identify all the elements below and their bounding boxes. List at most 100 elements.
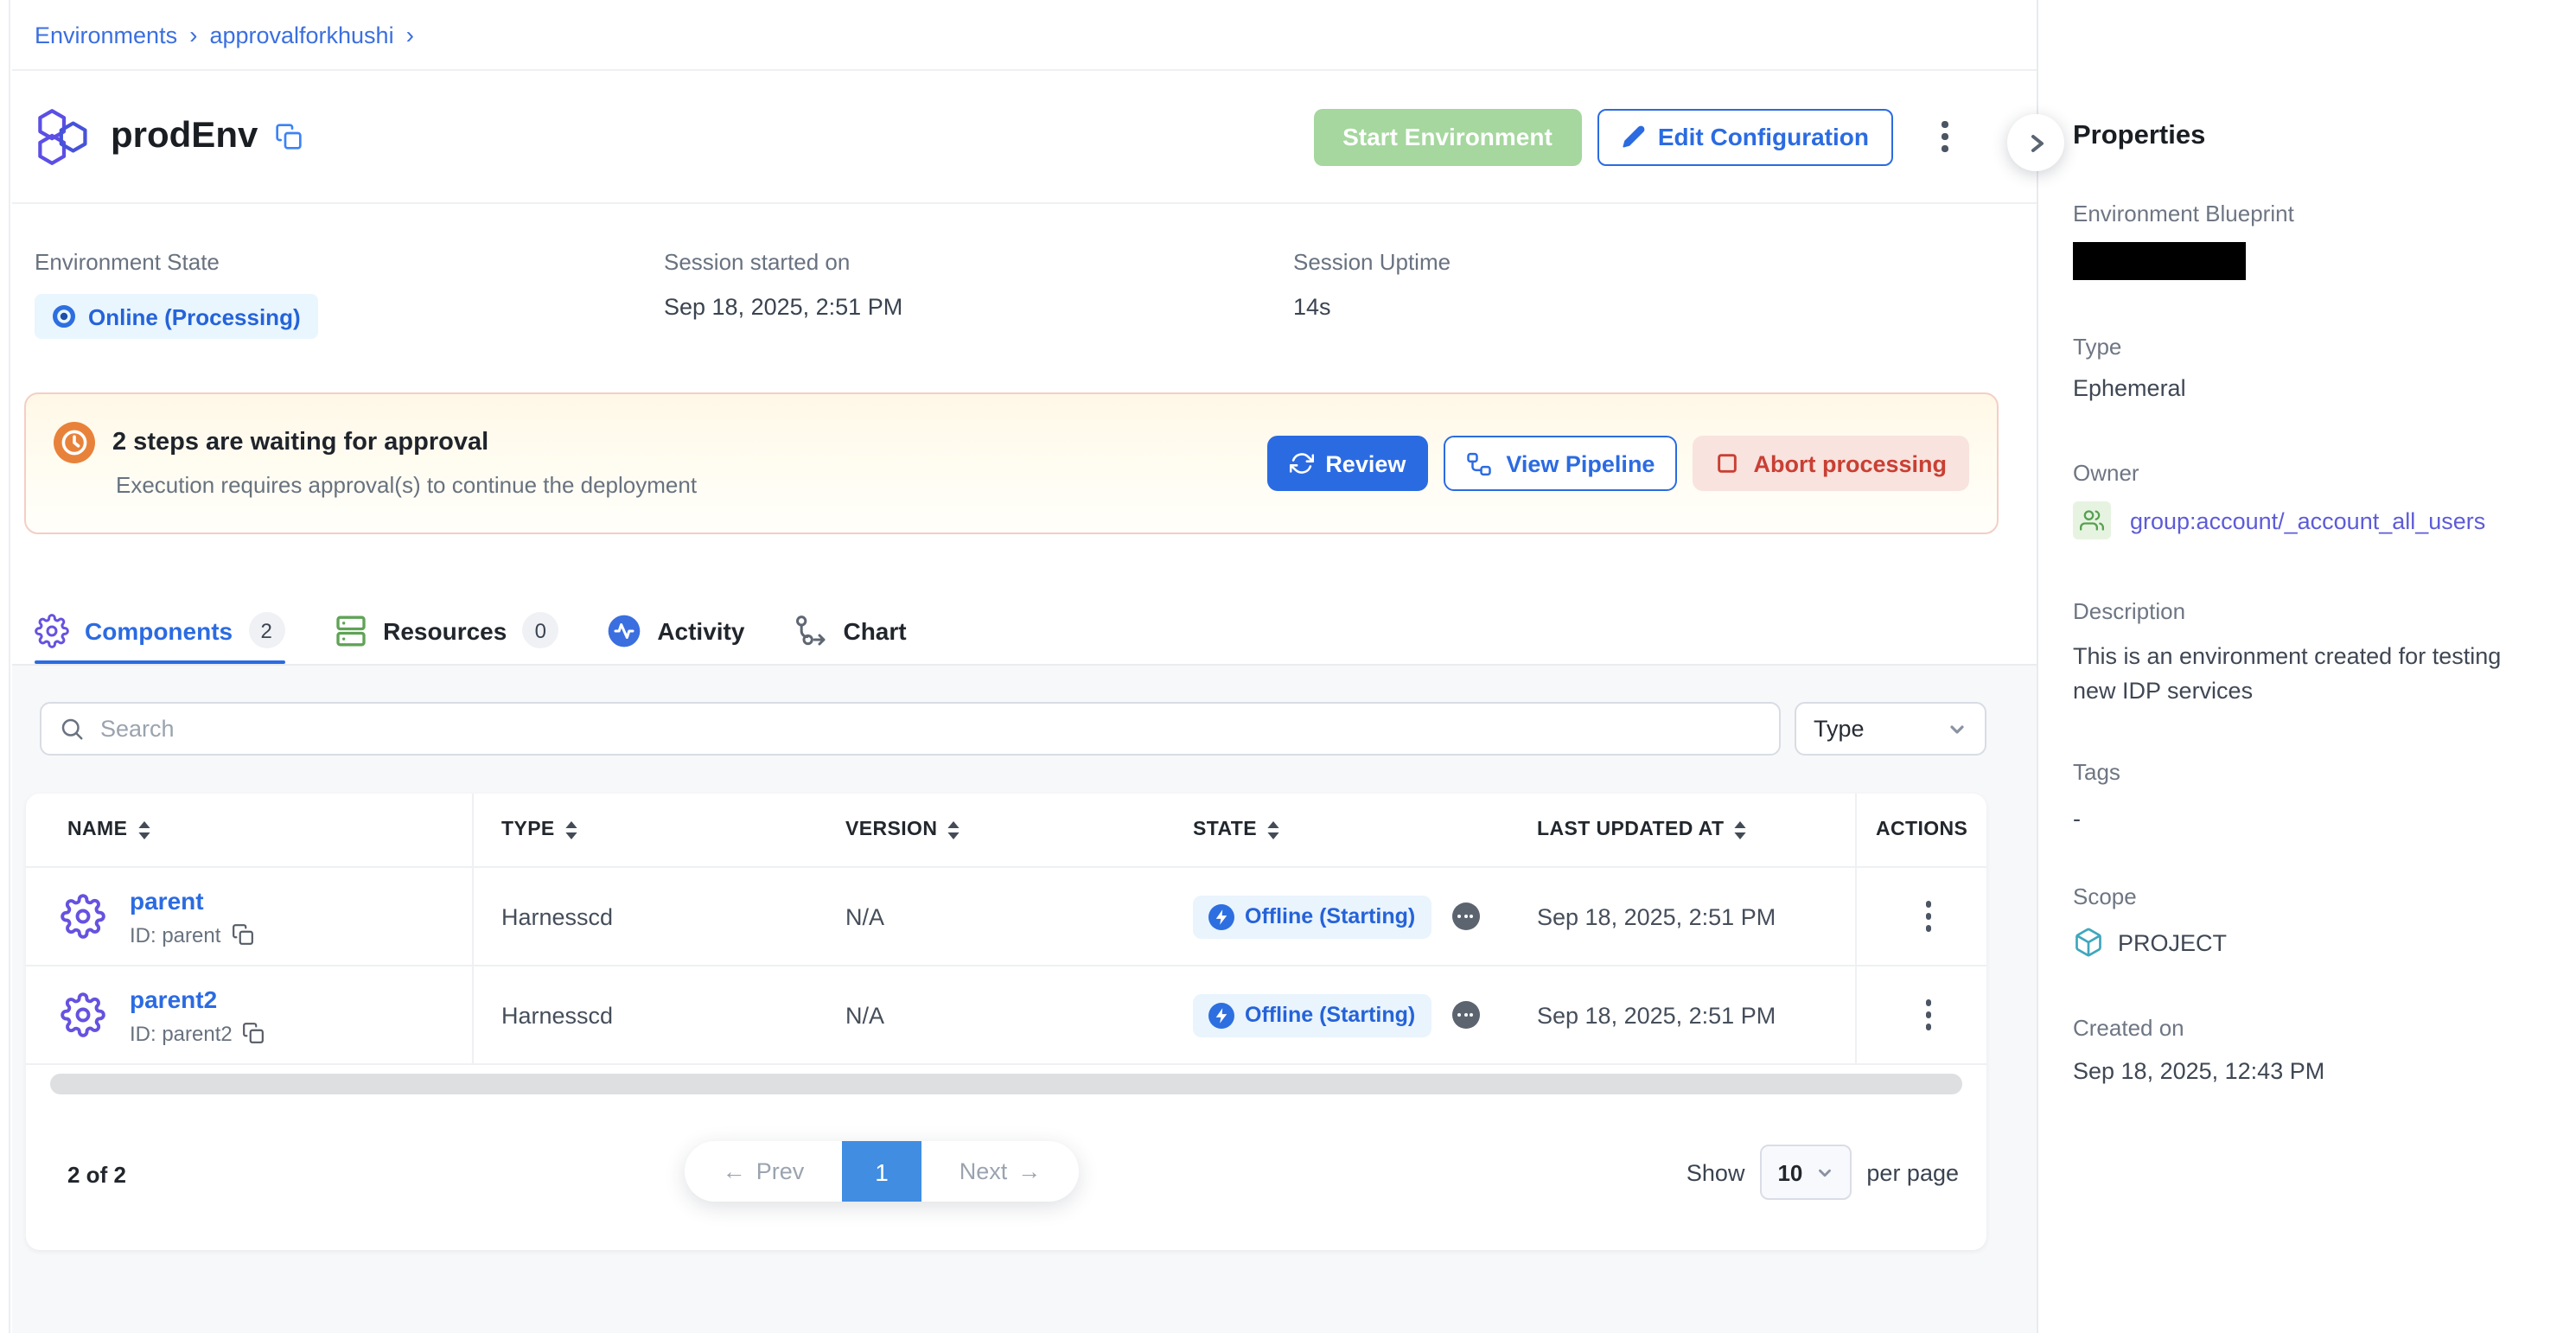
sort-icon (1734, 820, 1746, 839)
session-uptime-block: Session Uptime 14s (1293, 249, 1451, 392)
state-badge: Offline (Starting) (1193, 993, 1431, 1036)
component-id: ID: parent (130, 922, 220, 947)
pager: ←Prev 1 Next→ (685, 1141, 1079, 1202)
sort-icon (1267, 820, 1279, 839)
column-header-name[interactable]: NAME (26, 794, 474, 866)
prev-page-button[interactable]: ←Prev (685, 1141, 842, 1202)
table-header-row: NAME TYPE VERSION STATE LAST UPDATED AT … (26, 794, 1986, 868)
page-header: prodEnv Start Environment Edit Configura… (12, 71, 2037, 204)
component-actions-cell (1855, 966, 1986, 1063)
environment-state-block: Environment State Online (Processing) (35, 249, 664, 392)
tab-chart[interactable]: Chart (793, 596, 906, 664)
session-started-block: Session started on Sep 18, 2025, 2:51 PM (664, 249, 1293, 392)
refresh-icon (1289, 451, 1313, 475)
loading-ellipsis-icon (1451, 1001, 1479, 1029)
environment-state-badge: Online (Processing) (35, 294, 318, 339)
edit-configuration-button[interactable]: Edit Configuration (1597, 108, 1893, 165)
properties-panel: Properties Environment Blueprint Type Ep… (2037, 0, 2576, 1333)
approval-banner: 2 steps are waiting for approval Executi… (24, 392, 1999, 534)
component-state-cell: Offline (Starting) (1170, 966, 1509, 1063)
copy-environment-name-button[interactable] (275, 123, 303, 150)
page-size-dropdown[interactable]: 10 (1760, 1145, 1851, 1200)
search-icon (59, 716, 85, 742)
per-page-label: per page (1866, 1159, 1959, 1185)
row-more-options-button[interactable] (1906, 888, 1951, 945)
approval-banner-text: 2 steps are waiting for approval Executi… (112, 429, 697, 498)
component-name-cell: parent2 ID: parent2 (26, 966, 474, 1063)
start-environment-button[interactable]: Start Environment (1313, 108, 1582, 165)
column-header-state[interactable]: STATE (1170, 794, 1509, 866)
components-table-card: NAME TYPE VERSION STATE LAST UPDATED AT … (26, 794, 1986, 1250)
scope-value: PROJECT (2118, 929, 2227, 955)
group-users-icon (2073, 501, 2111, 539)
collapse-panel-button[interactable] (2007, 114, 2064, 171)
resources-count-badge: 0 (522, 612, 558, 648)
tags-value: - (2073, 806, 2545, 832)
owner-group-link[interactable]: group:account/_account_all_users (2130, 507, 2485, 533)
environment-details-page: Environments › approvalforkhushi › prodE… (0, 0, 2576, 1333)
tab-resources[interactable]: Resources 0 (333, 596, 558, 664)
scope-label: Scope (2073, 883, 2545, 909)
review-button[interactable]: Review (1266, 436, 1428, 491)
session-started-label: Session started on (664, 249, 1293, 275)
type-filter-dropdown[interactable]: Type (1795, 702, 1986, 756)
approval-banner-actions: Review View Pipeline Abort processing (1266, 436, 1969, 491)
column-header-type[interactable]: TYPE (474, 794, 819, 866)
gear-icon (61, 992, 105, 1037)
column-header-last-updated[interactable]: LAST UPDATED AT (1509, 794, 1855, 866)
tab-activity[interactable]: Activity (607, 596, 744, 664)
page-title: prodEnv (111, 116, 258, 157)
component-version-cell: N/A (819, 966, 1170, 1063)
loading-ellipsis-icon (1451, 902, 1479, 930)
header-more-options-button[interactable] (1922, 108, 1967, 165)
chevron-down-icon (1947, 718, 1967, 739)
flow-chart-icon (793, 613, 827, 647)
component-name-cell: parent ID: parent (26, 868, 474, 965)
created-on-label: Created on (2073, 1015, 2545, 1041)
description-label: Description (2073, 598, 2545, 624)
chevron-down-icon (1814, 1163, 1833, 1182)
view-pipeline-button[interactable]: View Pipeline (1444, 436, 1677, 491)
arrow-right-icon: → (1017, 1158, 1041, 1184)
next-page-button[interactable]: Next→ (921, 1141, 1079, 1202)
copy-icon (275, 123, 303, 150)
search-box (40, 702, 1781, 756)
pending-clock-icon (54, 422, 95, 463)
copy-icon[interactable] (243, 1022, 265, 1044)
current-page-button[interactable]: 1 (842, 1141, 921, 1202)
created-on-value: Sep 18, 2025, 12:43 PM (2073, 1058, 2545, 1084)
copy-icon[interactable] (231, 923, 253, 946)
lightning-status-icon (1208, 1002, 1234, 1028)
session-uptime-value: 14s (1293, 294, 1451, 320)
pencil-icon (1622, 124, 1646, 149)
table-row: parent2 ID: parent2 Harnesscd N/A Offlin… (26, 966, 1986, 1065)
approval-banner-subtitle: Execution requires approval(s) to contin… (116, 472, 697, 498)
state-badge: Offline (Starting) (1193, 895, 1431, 938)
online-status-icon (52, 304, 76, 328)
properties-title: Properties (2073, 121, 2545, 152)
environment-hexagon-icon (35, 107, 93, 166)
components-count-badge: 2 (248, 612, 284, 648)
lightning-status-icon (1208, 903, 1234, 929)
component-link[interactable]: parent2 (130, 985, 265, 1012)
blueprint-label: Environment Blueprint (2073, 201, 2545, 226)
sort-icon (137, 820, 150, 839)
row-more-options-button[interactable] (1906, 986, 1951, 1043)
component-link[interactable]: parent (130, 886, 253, 914)
component-state-cell: Offline (Starting) (1170, 868, 1509, 965)
abort-processing-button[interactable]: Abort processing (1693, 436, 1969, 491)
chevron-right-icon (2024, 131, 2048, 155)
horizontal-scrollbar[interactable] (50, 1074, 1962, 1094)
environment-state-label: Environment State (35, 249, 664, 275)
component-updated-cell: Sep 18, 2025, 2:51 PM (1509, 966, 1855, 1063)
table-row: parent ID: parent Harnesscd N/A Offline … (26, 868, 1986, 966)
type-value: Ephemeral (2073, 375, 2545, 401)
breadcrumb-separator-icon: › (406, 21, 414, 48)
breadcrumb-environments-link[interactable]: Environments (35, 22, 177, 48)
tab-components[interactable]: Components 2 (35, 596, 284, 664)
gear-icon (35, 613, 69, 647)
breadcrumb-environment-link[interactable]: approvalforkhushi (209, 22, 393, 48)
tab-bar: Components 2 Resources 0 Activity Chart (12, 596, 2037, 664)
column-header-version[interactable]: VERSION (819, 794, 1170, 866)
search-input[interactable] (100, 716, 1762, 742)
